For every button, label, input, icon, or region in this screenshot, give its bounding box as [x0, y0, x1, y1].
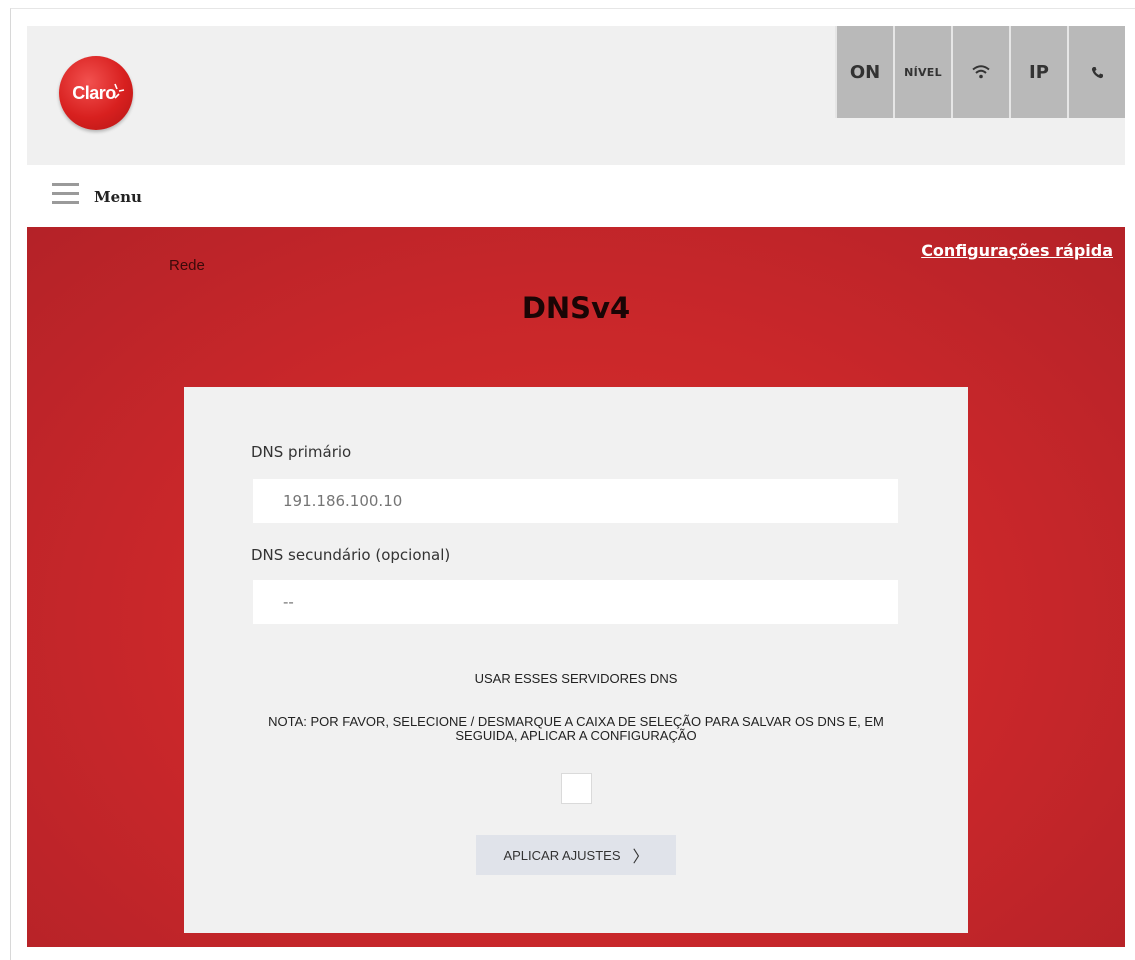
status-on[interactable]: ON [835, 26, 893, 118]
dns-form-card: DNS primário DNS secundário (opcional) U… [184, 387, 968, 933]
claro-logo[interactable]: Claro [59, 56, 133, 130]
logo-text: Claro [72, 82, 116, 103]
header: Claro ON NÍVEL IP [27, 26, 1125, 165]
phone-icon [1091, 66, 1103, 78]
menu-bar: Menu [27, 165, 1125, 227]
page-title: DNSv4 [521, 291, 631, 325]
status-on-label: ON [849, 61, 881, 83]
status-phone[interactable] [1067, 26, 1125, 118]
apply-settings-button[interactable]: APLICAR AJUSTES 〉 [476, 835, 676, 875]
status-ip-label: IP [1029, 61, 1049, 83]
status-wifi[interactable] [951, 26, 1009, 118]
status-nivel-label: NÍVEL [904, 65, 942, 79]
breadcrumb[interactable]: Rede [169, 257, 205, 274]
logo-rays-icon [114, 83, 125, 99]
chevron-right-icon: 〉 [632, 849, 649, 866]
hamburger-icon[interactable] [52, 183, 79, 205]
primary-dns-input[interactable] [253, 479, 898, 523]
use-dns-label: USAR ESSES SERVIDORES DNS [474, 671, 678, 686]
menu-label[interactable]: Menu [94, 188, 142, 206]
status-ip[interactable]: IP [1009, 26, 1067, 118]
quick-settings-link[interactable]: Configurações rápida [921, 241, 1113, 260]
primary-dns-label: DNS primário [251, 443, 352, 461]
wifi-icon [972, 65, 990, 79]
status-bar: ON NÍVEL IP [835, 26, 1125, 118]
secondary-dns-label: DNS secundário (opcional) [251, 546, 451, 564]
status-nivel[interactable]: NÍVEL [893, 26, 951, 118]
note-text: NOTA: POR FAVOR, SELECIONE / DESMARQUE A… [268, 714, 884, 743]
secondary-dns-input[interactable] [253, 580, 898, 624]
use-dns-checkbox[interactable] [561, 773, 592, 804]
main-content: Configurações rápida Rede DNSv4 DNS prim… [27, 227, 1125, 947]
apply-settings-label: APLICAR AJUSTES [503, 847, 621, 863]
